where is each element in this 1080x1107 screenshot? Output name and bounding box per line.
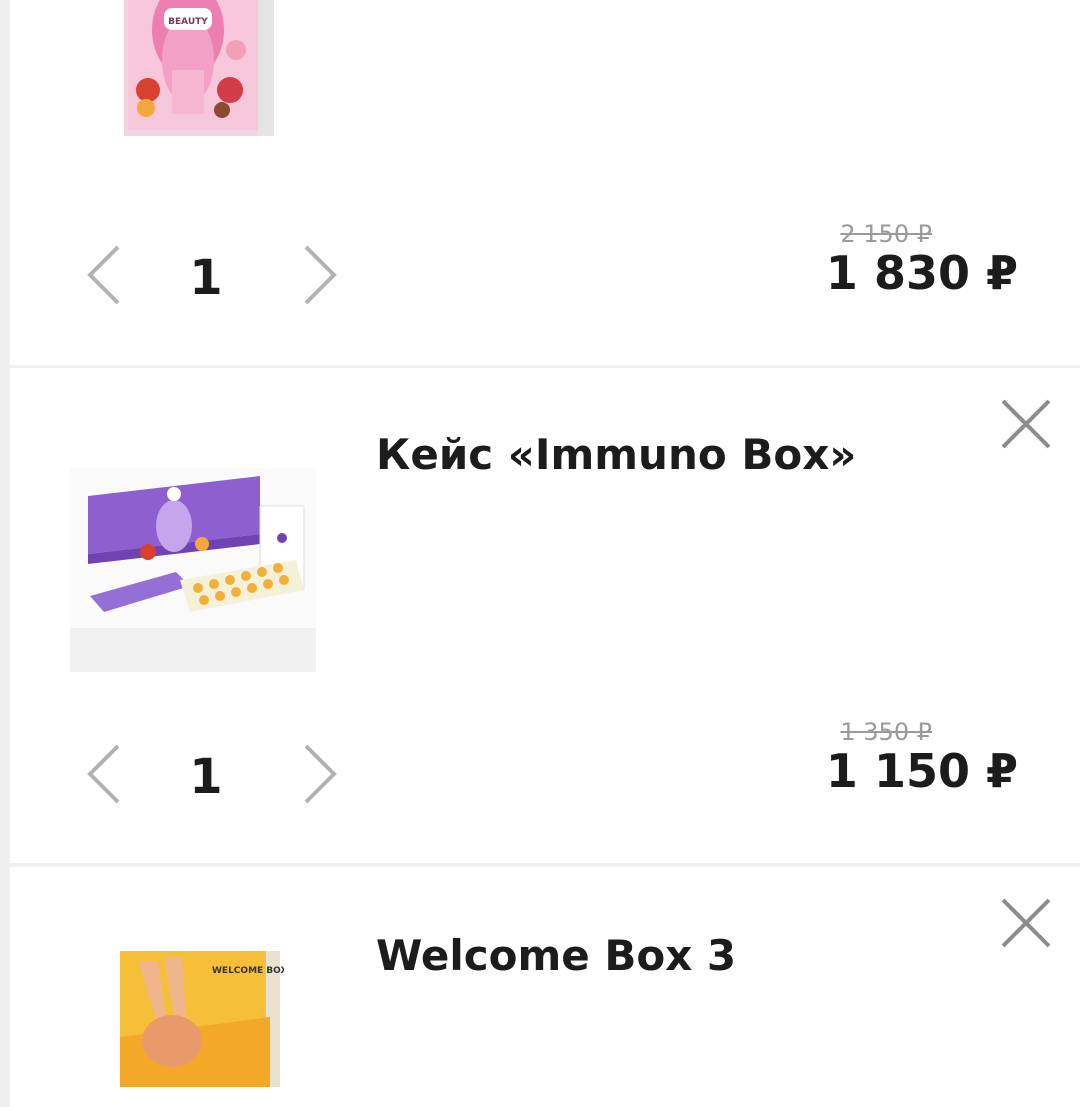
quantity-value: 1 [189,749,223,805]
close-icon [1001,898,1051,948]
quantity-decrease-button[interactable] [82,243,130,307]
chevron-left-icon [87,245,120,305]
close-icon [1001,399,1051,449]
quantity-decrease-button[interactable] [82,742,130,806]
chevron-right-icon [304,245,337,305]
current-price: 1 830 ₽ [825,246,1018,300]
remove-item-button[interactable] [1000,897,1052,949]
product-title: Welcome Box 3 [376,931,737,980]
product-image-beauty: BEAUTY [124,0,274,136]
remove-item-button[interactable] [1000,398,1052,450]
product-title: Кейс «Immuno Box» [376,430,857,479]
quantity-increase-button[interactable] [294,243,342,307]
quantity-increase-button[interactable] [294,742,342,806]
cart-item-card: Кейс «Immuno Box» 1 1 350 ₽ 1 150 ₽ [10,368,1080,863]
product-image-label: WELCOME BOX [212,966,284,976]
old-price: 2 150 ₽ [840,220,932,248]
current-price: 1 150 ₽ [825,744,1018,798]
cart-item-card: BEAUTY 1 2 150 ₽ 1 830 ₽ [10,0,1080,365]
chevron-left-icon [87,744,120,804]
product-image-immuno-box [70,468,316,672]
quantity-value: 1 [189,250,223,306]
product-image-welcome-box: WELCOME BOX [120,951,284,1087]
chevron-right-icon [304,744,337,804]
old-price: 1 350 ₽ [840,718,932,746]
cart-item-card: Welcome Box 3 WELCOME BOX [10,867,1080,1107]
product-image-label: BEAUTY [168,17,208,27]
